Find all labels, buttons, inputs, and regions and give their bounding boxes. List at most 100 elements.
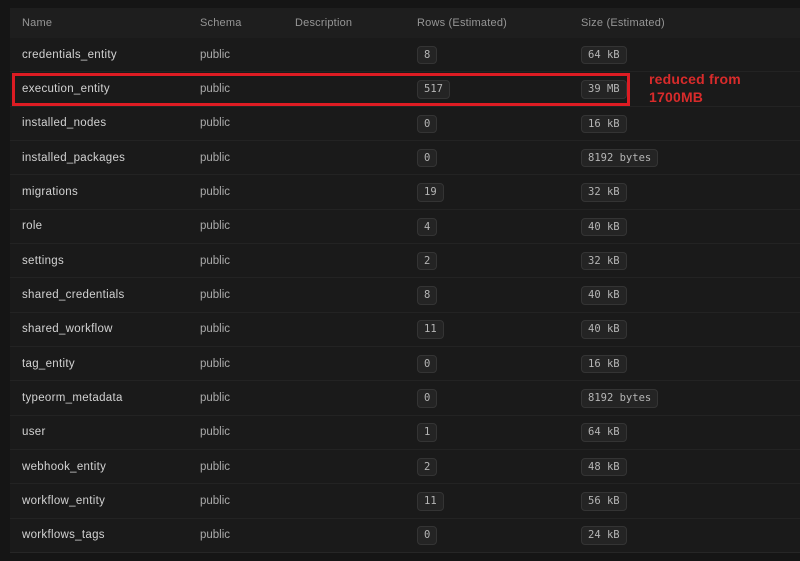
schema-cell: public — [200, 152, 295, 164]
rows-estimated-cell: 19 — [417, 182, 581, 202]
table-name-cell: installed_packages — [22, 152, 200, 164]
rows-estimated-cell: 0 — [417, 148, 581, 168]
size-estimated-cell: 16 kB — [581, 354, 800, 374]
size-estimated-badge: 24 kB — [581, 526, 627, 545]
rows-estimated-cell: 0 — [417, 114, 581, 134]
rows-estimated-badge: 0 — [417, 389, 437, 408]
table-row[interactable]: webhook_entity public 2 48 kB — [10, 450, 800, 484]
tables-list-page: Name Schema Description Rows (Estimated)… — [0, 0, 800, 561]
table-name-cell: user — [22, 426, 200, 438]
rows-estimated-badge: 8 — [417, 46, 437, 65]
table-name-cell: shared_credentials — [22, 289, 200, 301]
size-estimated-cell: 32 kB — [581, 251, 800, 271]
table-name-cell: shared_workflow — [22, 323, 200, 335]
column-header-schema: Schema — [200, 17, 295, 29]
table-row[interactable]: typeorm_metadata public 0 8192 bytes — [10, 381, 800, 415]
schema-cell: public — [200, 49, 295, 61]
table-header-row: Name Schema Description Rows (Estimated)… — [10, 8, 800, 38]
size-estimated-badge: 32 kB — [581, 183, 627, 202]
schema-cell: public — [200, 426, 295, 438]
schema-cell: public — [200, 220, 295, 232]
rows-estimated-badge: 8 — [417, 286, 437, 305]
column-header-name: Name — [22, 17, 200, 29]
schema-cell: public — [200, 117, 295, 129]
size-estimated-badge: 64 kB — [581, 46, 627, 65]
rows-estimated-badge: 0 — [417, 526, 437, 545]
size-estimated-badge: 48 kB — [581, 458, 627, 477]
rows-estimated-cell: 2 — [417, 457, 581, 477]
annotation-line-2: 1700MB — [649, 89, 741, 107]
rows-estimated-cell: 8 — [417, 45, 581, 65]
rows-estimated-badge: 0 — [417, 355, 437, 374]
schema-cell: public — [200, 255, 295, 267]
annotation-line-1: reduced from — [649, 71, 741, 89]
rows-estimated-badge: 0 — [417, 149, 437, 168]
schema-cell: public — [200, 289, 295, 301]
table-name-cell: workflow_entity — [22, 495, 200, 507]
table-name-cell: installed_nodes — [22, 117, 200, 129]
rows-estimated-cell: 1 — [417, 422, 581, 442]
rows-estimated-badge: 19 — [417, 183, 444, 202]
table-name-cell: typeorm_metadata — [22, 392, 200, 404]
rows-estimated-cell: 11 — [417, 491, 581, 511]
size-estimated-cell: 48 kB — [581, 457, 800, 477]
table-row[interactable]: shared_workflow public 11 40 kB — [10, 313, 800, 347]
rows-estimated-badge: 4 — [417, 218, 437, 237]
size-estimated-cell: 64 kB — [581, 45, 800, 65]
size-estimated-badge: 8192 bytes — [581, 149, 658, 168]
size-estimated-cell: 40 kB — [581, 319, 800, 339]
rows-estimated-cell: 0 — [417, 388, 581, 408]
size-estimated-cell: 8192 bytes — [581, 148, 800, 168]
schema-cell: public — [200, 461, 295, 473]
size-estimated-badge: 8192 bytes — [581, 389, 658, 408]
size-estimated-cell: 56 kB — [581, 491, 800, 511]
rows-estimated-badge: 2 — [417, 458, 437, 477]
size-estimated-badge: 56 kB — [581, 492, 627, 511]
table-row[interactable]: workflows_tags public 0 24 kB — [10, 519, 800, 553]
size-estimated-cell: 16 kB — [581, 114, 800, 134]
size-estimated-badge: 39 MB — [581, 80, 627, 99]
rows-estimated-cell: 517 — [417, 79, 581, 99]
schema-cell: public — [200, 186, 295, 198]
column-header-rows: Rows (Estimated) — [417, 17, 581, 29]
rows-estimated-cell: 0 — [417, 354, 581, 374]
table-row[interactable]: installed_nodes public 0 16 kB — [10, 107, 800, 141]
rows-estimated-cell: 0 — [417, 525, 581, 545]
size-estimated-badge: 64 kB — [581, 423, 627, 442]
size-estimated-cell: 8192 bytes — [581, 388, 800, 408]
rows-estimated-badge: 1 — [417, 423, 437, 442]
size-estimated-cell: 64 kB — [581, 422, 800, 442]
table-row[interactable]: installed_packages public 0 8192 bytes — [10, 141, 800, 175]
schema-cell: public — [200, 323, 295, 335]
size-estimated-badge: 40 kB — [581, 320, 627, 339]
table-name-cell: settings — [22, 255, 200, 267]
size-estimated-badge: 16 kB — [581, 115, 627, 134]
table-row[interactable]: user public 1 64 kB — [10, 416, 800, 450]
rows-estimated-badge: 517 — [417, 80, 450, 99]
size-estimated-badge: 40 kB — [581, 286, 627, 305]
rows-estimated-cell: 4 — [417, 217, 581, 237]
rows-estimated-badge: 11 — [417, 320, 444, 339]
table-name-cell: migrations — [22, 186, 200, 198]
rows-estimated-badge: 0 — [417, 115, 437, 134]
table-body: credentials_entity public 8 64 kB execut… — [10, 38, 800, 553]
rows-estimated-cell: 2 — [417, 251, 581, 271]
table-row[interactable]: credentials_entity public 8 64 kB — [10, 38, 800, 72]
table-row[interactable]: migrations public 19 32 kB — [10, 175, 800, 209]
schema-cell: public — [200, 529, 295, 541]
schema-cell: public — [200, 83, 295, 95]
size-estimated-cell: 40 kB — [581, 217, 800, 237]
table-name-cell: credentials_entity — [22, 49, 200, 61]
table-name-cell: role — [22, 220, 200, 232]
table-row[interactable]: shared_credentials public 8 40 kB — [10, 278, 800, 312]
table-row[interactable]: tag_entity public 0 16 kB — [10, 347, 800, 381]
table-row[interactable]: settings public 2 32 kB — [10, 244, 800, 278]
size-estimated-badge: 40 kB — [581, 218, 627, 237]
size-estimated-cell: 40 kB — [581, 285, 800, 305]
table-name-cell: workflows_tags — [22, 529, 200, 541]
table-row[interactable]: role public 4 40 kB — [10, 210, 800, 244]
table-name-cell: webhook_entity — [22, 461, 200, 473]
schema-cell: public — [200, 358, 295, 370]
table-row[interactable]: workflow_entity public 11 56 kB — [10, 484, 800, 518]
column-header-description: Description — [295, 17, 417, 29]
